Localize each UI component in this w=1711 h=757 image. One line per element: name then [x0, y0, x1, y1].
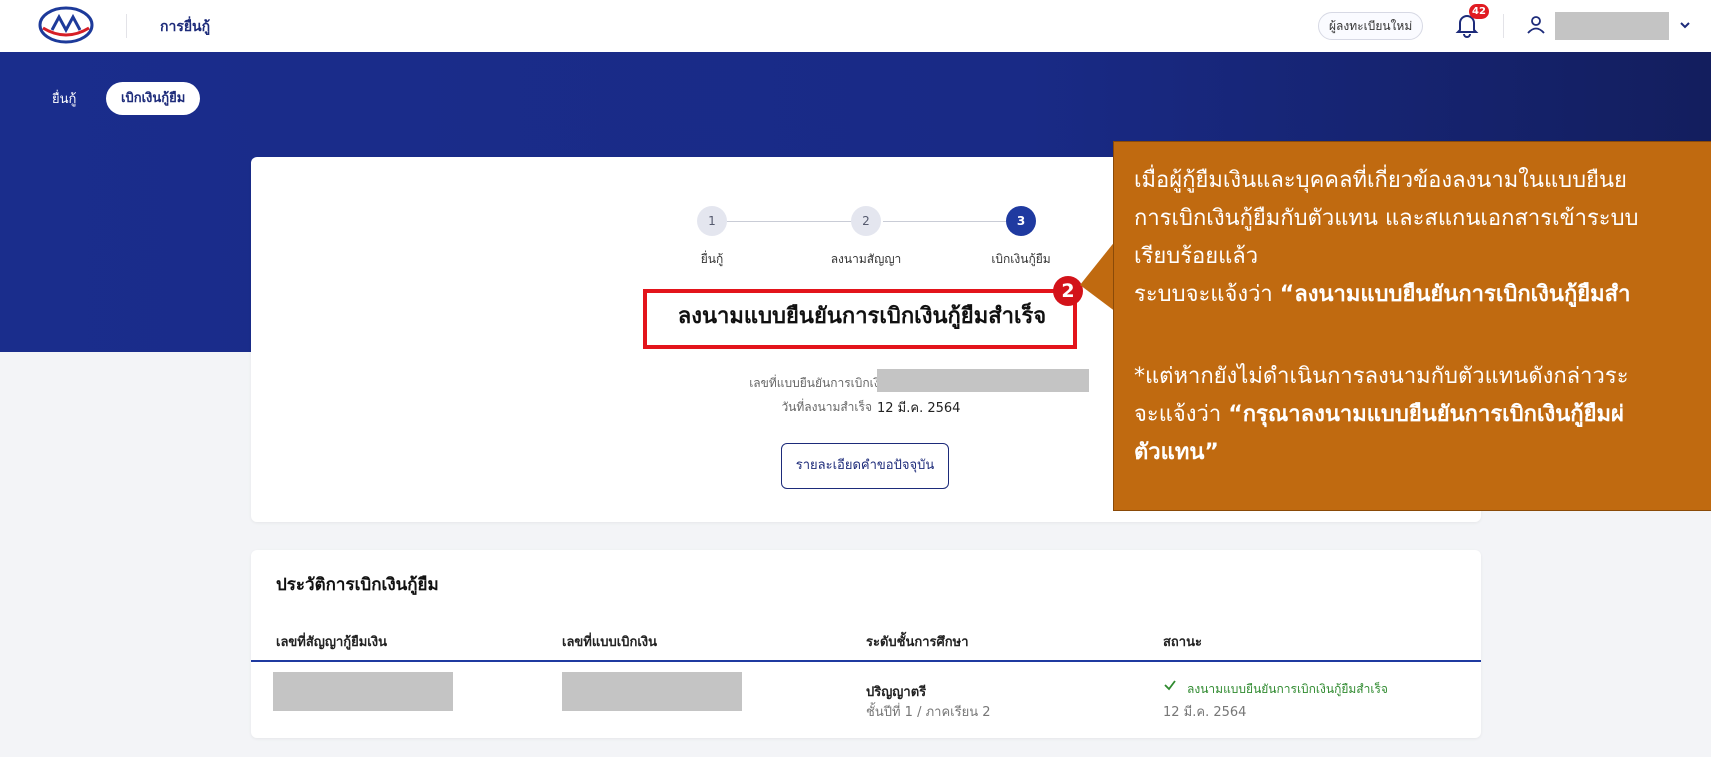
callout-line-6: จะแจ้งว่า “กรุณาลงนามแบบยืนยันการเบิกเงิ…	[1134, 400, 1624, 430]
highlight-annotation-box	[643, 289, 1077, 349]
column-header-form-number: เลขที่แบบเบิกเงิน	[562, 635, 657, 650]
stepper-connector	[727, 221, 853, 222]
new-register-button[interactable]: ผู้ลงทะเบียนใหม่	[1318, 12, 1424, 40]
callout-line-1: เมื่อผู้กู้ยืมเงินและบุคคลที่เกี่ยวข้องล…	[1134, 168, 1627, 193]
step-3-circle: 3	[1006, 206, 1036, 236]
column-header-education-level: ระดับชั้นการศึกษา	[866, 635, 969, 650]
form-number-redacted	[877, 369, 1089, 392]
stepper-connector	[883, 221, 1020, 222]
step-1-label: ยื่นกู้	[700, 252, 724, 266]
divider	[126, 14, 127, 38]
callout-line-4: ระบบจะแจ้งว่า “ลงนามแบบยืนยันการเบิกเงิน…	[1134, 280, 1630, 310]
check-icon	[1164, 680, 1176, 691]
callout-line-3: เรียบร้อยแล้ว	[1134, 244, 1259, 269]
callout-line-6-prefix: จะแจ้งว่า	[1134, 402, 1229, 427]
subnav-item-apply[interactable]: ยื่นกู้	[52, 88, 76, 109]
contract-number-redacted	[273, 672, 453, 711]
callout-line-7: ตัวแทน”	[1134, 440, 1219, 465]
step-3-label: เบิกเงินกู้ยืม	[991, 252, 1051, 266]
step-2-circle: 2	[851, 206, 881, 236]
signed-date-value: 12 มี.ค. 2564	[877, 401, 961, 416]
status-text: ลงนามแบบยืนยันการเบิกเงินกู้ยืมสำเร็จ	[1187, 682, 1388, 696]
notification-badge: 42	[1469, 4, 1489, 19]
table-header-divider	[251, 660, 1481, 662]
step-1-circle: 1	[697, 206, 727, 236]
education-detail: ชั้นปีที่ 1 / ภาคเรียน 2	[866, 705, 991, 720]
step-2-label: ลงนามสัญญา	[830, 252, 902, 266]
instruction-callout: เมื่อผู้กู้ยืมเงินและบุคคลที่เกี่ยวข้องล…	[1113, 141, 1711, 511]
column-header-status: สถานะ	[1163, 635, 1202, 650]
current-request-detail-button[interactable]: รายละเอียดคำขอปัจจุบัน	[781, 443, 949, 489]
history-title: ประวัติการเบิกเงินกู้ยืม	[276, 575, 439, 595]
kyslf-logo[interactable]	[38, 6, 94, 44]
user-icon[interactable]	[1525, 14, 1547, 36]
callout-line-4-prefix: ระบบจะแจ้งว่า	[1134, 282, 1280, 307]
annotation-number-badge: 2	[1053, 276, 1083, 306]
signed-date-label: วันที่ลงนามสำเร็จ	[781, 400, 872, 414]
callout-line-6-quote: “กรุณาลงนามแบบยืนยันการเบิกเงินกู้ยืมผ่	[1228, 402, 1624, 427]
column-header-contract-number: เลขที่สัญญากู้ยืมเงิน	[276, 635, 387, 650]
callout-line-5: *แต่หากยังไม่ดำเนินการลงนามกับตัวแทนดังก…	[1134, 364, 1629, 389]
user-name-redacted[interactable]	[1555, 12, 1669, 40]
app-title[interactable]: การยื่นกู้	[160, 16, 210, 38]
form-number-label: เลขที่แบบยืนยันการเบิกเงินกู้ยืม	[749, 376, 910, 390]
status-date: 12 มี.ค. 2564	[1163, 705, 1247, 720]
top-navigation-bar: การยื่นกู้ ผู้ลงทะเบียนใหม่ 42	[0, 0, 1711, 53]
form-number-redacted	[562, 672, 742, 711]
subnav-item-disbursement[interactable]: เบิกเงินกู้ยืม	[106, 82, 201, 115]
callout-line-4-quote: “ลงนามแบบยืนยันการเบิกเงินกู้ยืมสำ	[1279, 282, 1631, 307]
divider	[1503, 14, 1504, 38]
education-level: ปริญญาตรี	[866, 685, 927, 700]
callout-line-2: การเบิกเงินกู้ยืมกับตัวแทน และสแกนเอกสาร…	[1134, 206, 1639, 231]
chevron-down-icon[interactable]	[1678, 18, 1692, 32]
